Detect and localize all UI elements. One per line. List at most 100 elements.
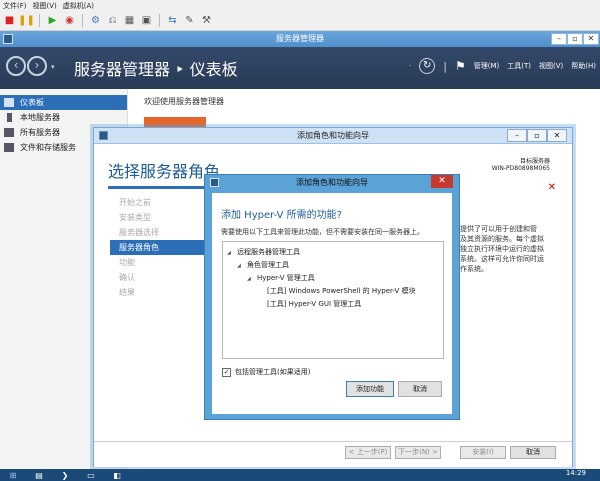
description-line: 及其资源的服务。每个虚拟 (460, 235, 544, 243)
tree-item[interactable]: [工具] Windows PowerShell 的 Hyper-V 模块 (267, 286, 416, 296)
nav-dropdown-icon[interactable]: ▾ (51, 63, 55, 71)
snapshot-icon[interactable]: ⚙ (89, 14, 102, 27)
taskbar-wizard-icon[interactable]: ◧ (104, 469, 130, 481)
tree-item-label: 角色管理工具 (247, 261, 289, 269)
tree-item[interactable]: ◢ Hyper-V 管理工具 (247, 273, 315, 283)
step-results[interactable]: 结果 (110, 285, 214, 300)
cancel-button[interactable]: 取消 (510, 446, 556, 459)
servers-icon (4, 128, 14, 137)
tree-item[interactable]: [工具] Hyper-V GUI 管理工具 (267, 299, 361, 309)
taskbar-server-manager-icon[interactable]: ▤ (26, 469, 52, 481)
wizard-title: 添加角色和功能向导 (297, 131, 369, 140)
window-titlebar: 服务器管理器 – ▫ ✕ (0, 31, 600, 47)
taskbar-powershell-icon[interactable]: ❯ (52, 469, 78, 481)
error-x-icon[interactable]: ✕ (548, 182, 556, 193)
toolbar-divider (159, 14, 160, 27)
host-toolbar: ■ ❚❚ ▶ ◉ ⚙ ⎌ ▦ ▣ ⇆ ✎ ⚒ (0, 11, 600, 31)
dialog-titlebar: 添加角色和功能向导 ✕ (205, 175, 459, 191)
dashboard-icon (4, 98, 14, 107)
collapse-arrow-icon[interactable]: ◢ (247, 276, 257, 282)
tree-item-label: [工具] Hyper-V GUI 管理工具 (267, 300, 362, 308)
next-button[interactable]: 下一步(N) > (395, 446, 441, 459)
host-menu-file[interactable]: 文件(F) (3, 1, 27, 11)
menu-view[interactable]: 视图(V) (539, 61, 563, 71)
start-icon[interactable]: ⊞ (0, 469, 26, 481)
stop-icon[interactable]: ■ (3, 14, 16, 27)
play-icon[interactable]: ▶ (46, 14, 59, 27)
wizard-close-button[interactable]: ✕ (547, 129, 567, 142)
wizard-maximize-button[interactable]: ▫ (527, 129, 547, 142)
settings-icon[interactable]: ✎ (183, 14, 196, 27)
forward-button[interactable]: › (27, 56, 47, 76)
description-line: 系统。这样可允许你同时运 (460, 255, 544, 263)
toolbar-divider (82, 14, 83, 27)
sidebar-item-local-server[interactable]: 本地服务器 (0, 110, 127, 125)
dialog-close-button[interactable]: ✕ (431, 175, 453, 188)
include-tools-row[interactable]: ✓ 包括管理工具(如果适用) (222, 367, 310, 377)
menu-help[interactable]: 帮助(H) (571, 61, 596, 71)
add-features-button[interactable]: 添加功能 (346, 381, 394, 397)
wizard-steps: 开始之前 安装类型 服务器选择 服务器角色 功能 确认 结果 (110, 195, 214, 300)
host-menu-bar: 文件(F) 视图(V) 虚拟机(A) (0, 0, 600, 11)
close-button[interactable]: ✕ (583, 33, 599, 45)
host-menu-vm[interactable]: 虚拟机(A) (63, 1, 94, 11)
tools-icon[interactable]: ⚒ (200, 14, 213, 27)
tree-item[interactable]: ◢ 远程服务器管理工具 (227, 247, 300, 257)
wizard-footer: < 上一步(P) 下一步(N) > 安装(I) 取消 (94, 441, 572, 467)
console-icon[interactable]: ▣ (140, 14, 153, 27)
taskbar: ⊞ ▤ ❯ ▭ ◧ 14:29 (0, 469, 600, 481)
previous-button[interactable]: < 上一步(P) (345, 446, 391, 459)
dialog-title: 添加角色和功能向导 (296, 178, 368, 187)
menu-manage[interactable]: 管理(M) (474, 61, 500, 71)
pause-icon[interactable]: ❚❚ (18, 14, 35, 27)
features-tree: ◢ 远程服务器管理工具 ◢ 角色管理工具 ◢ Hyper-V 管理工具 [工具] Wi… (222, 241, 444, 359)
collapse-arrow-icon[interactable]: ◢ (237, 263, 247, 269)
menu-tools[interactable]: 工具(T) (507, 61, 531, 71)
manager-icon[interactable]: ▦ (123, 14, 136, 27)
step-server-selection[interactable]: 服务器选择 (110, 225, 214, 240)
revert-icon[interactable]: ⎌ (106, 14, 119, 27)
wizard-titlebar: 添加角色和功能向导 – ▫ ✕ (94, 128, 572, 144)
include-tools-label: 包括管理工具(如果适用) (235, 368, 311, 376)
welcome-title: 欢迎使用服务器管理器 (144, 97, 224, 106)
share-icon[interactable]: ⇆ (166, 14, 179, 27)
window-title: 服务器管理器 (276, 34, 324, 43)
refresh-icon[interactable]: ↻ (419, 58, 436, 74)
step-before-you-begin[interactable]: 开始之前 (110, 195, 214, 210)
destination-server-name: WIN-PD80898M065 (491, 165, 550, 172)
destination-server-label: 目标服务器 (519, 158, 550, 165)
description-line: 提供了可以用于创建和管 (460, 225, 537, 233)
add-features-dialog: 添加角色和功能向导 ✕ 添加 Hyper-V 所需的功能? 需要使用以下工具来管… (204, 174, 460, 420)
host-menu-view[interactable]: 视图(V) (33, 1, 57, 11)
role-description: 提供了可以用于创建和管 及其资源的服务。每个虚拟 独立执行环境中运行的虚拟 系统… (460, 224, 570, 274)
reset-icon[interactable]: ◉ (63, 14, 76, 27)
taskbar-explorer-icon[interactable]: ▭ (78, 469, 104, 481)
step-installation-type[interactable]: 安装类型 (110, 210, 214, 225)
tree-item[interactable]: ◢ 角色管理工具 (237, 260, 289, 270)
install-button[interactable]: 安装(I) (460, 446, 506, 459)
maximize-button[interactable]: ▫ (567, 33, 583, 45)
notifications-flag-icon[interactable]: ⚑ (455, 59, 466, 73)
clock: 14:29 (565, 469, 586, 477)
include-tools-checkbox[interactable]: ✓ (222, 367, 231, 377)
collapse-arrow-icon[interactable]: ◢ (227, 250, 237, 256)
step-confirmation[interactable]: 确认 (110, 270, 214, 285)
dialog-note: 需要使用以下工具来管理此功能，但不需要安装在同一服务器上。 (221, 228, 424, 236)
minimize-button[interactable]: – (551, 33, 567, 45)
tree-item-label: [工具] Windows PowerShell 的 Hyper-V 模块 (267, 287, 416, 295)
sidebar-item-label: 所有服务器 (20, 128, 60, 137)
sidebar-item-dashboard[interactable]: 仪表板 (0, 95, 127, 110)
heading-underline (108, 186, 213, 189)
dialog-cancel-button[interactable]: 取消 (398, 381, 442, 397)
toolbar-divider (39, 14, 40, 27)
wizard-minimize-button[interactable]: – (507, 129, 527, 142)
server-manager-header: ‹ › ▾ 服务器管理器 ‣ 仪表板 · ↻ | ⚑ 管理(M) 工具(T) 视… (0, 47, 600, 89)
tree-item-label: Hyper-V 管理工具 (257, 274, 315, 282)
step-server-roles[interactable]: 服务器角色 (110, 240, 214, 255)
breadcrumb: 服务器管理器 ‣ 仪表板 (74, 60, 238, 79)
tree-item-label: 远程服务器管理工具 (237, 248, 300, 256)
back-button[interactable]: ‹ (6, 56, 26, 76)
step-features[interactable]: 功能 (110, 255, 214, 270)
sidebar-item-label: 本地服务器 (20, 113, 60, 122)
description-line: 独立执行环境中运行的虚拟 (460, 245, 544, 253)
